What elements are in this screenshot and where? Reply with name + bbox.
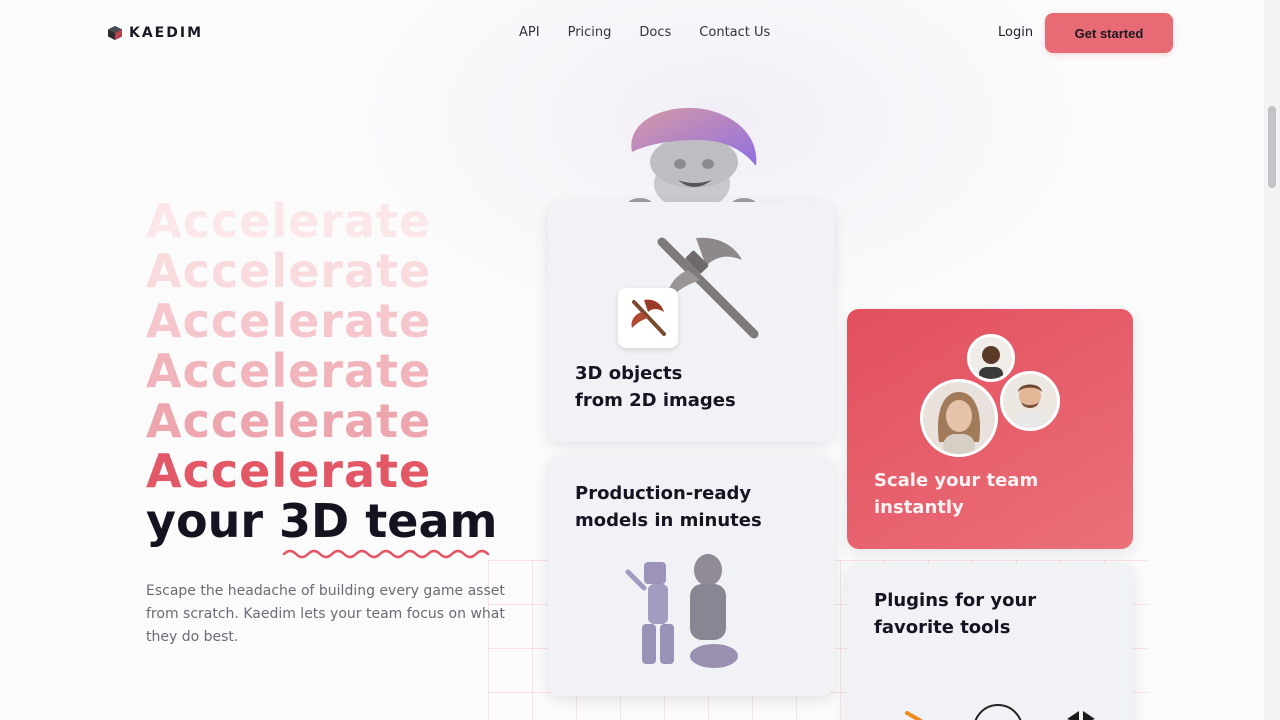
avatar-team-member-3 [1000, 371, 1060, 431]
headline-echo-4: Accelerate [146, 344, 432, 398]
card-3d-objects-title: 3D objects from 2D images [575, 360, 736, 414]
logo[interactable]: KAEDIM [107, 25, 203, 41]
page-scrollbar[interactable] [1264, 0, 1280, 720]
logo-cube-icon [108, 26, 122, 40]
avatar-team-member-1 [967, 334, 1015, 382]
hero-headline: Accelerate Accelerate Accelerate Acceler… [146, 196, 497, 546]
card-title-line: from 2D images [575, 390, 736, 411]
card-title-line: models in minutes [575, 510, 762, 531]
person-icon [937, 392, 981, 454]
headline-echo-5: Accelerate [146, 394, 432, 448]
logo-wordmark: KAEDIM [129, 25, 204, 41]
headline-highlight: 3D team [279, 494, 498, 548]
nav-api[interactable]: API [519, 25, 540, 40]
headline-prefix: your [146, 494, 264, 548]
card-scale-title: Scale your team instantly [874, 467, 1038, 521]
get-started-button[interactable]: Get started [1045, 13, 1173, 53]
hero-description: Escape the headache of building every ga… [146, 583, 505, 645]
axe-thumbnail-icon [631, 299, 666, 336]
avatar-team-member-2 [920, 379, 998, 457]
card-production-ready[interactable]: Production-ready models in minutes [548, 456, 834, 696]
nav-docs[interactable]: Docs [639, 25, 671, 40]
login-link[interactable]: Login [998, 25, 1033, 40]
card-title-line: Production-ready [575, 483, 752, 504]
character-models-icon [625, 554, 738, 668]
nav-contact-us[interactable]: Contact Us [699, 25, 770, 40]
card-title-line: 3D objects [575, 363, 683, 384]
person-icon [979, 346, 1003, 379]
scrollbar-thumb[interactable] [1268, 106, 1276, 188]
headline-echo-1: Accelerate [146, 194, 432, 248]
headline-team-line: your 3D team [146, 496, 497, 546]
person-icon [1015, 384, 1045, 428]
headline-echo-2: Accelerate [146, 244, 432, 298]
card-scale-team[interactable]: Scale your team instantly [847, 309, 1133, 549]
squiggle-underline-icon [282, 549, 490, 559]
main-nav: API Pricing Docs Contact Us [519, 25, 770, 40]
card-title-line: favorite tools [874, 617, 1011, 638]
card-3d-objects[interactable]: 3D objects from 2D images [548, 202, 834, 442]
card-title-line: instantly [874, 497, 964, 518]
card-plugins-title: Plugins for your favorite tools [874, 587, 1036, 641]
card-title-line: Scale your team [874, 470, 1039, 491]
card-production-title: Production-ready models in minutes [575, 480, 762, 534]
mascot-character-icon [628, 107, 757, 210]
headline-accelerate: Accelerate [146, 444, 432, 498]
headline-echo-3: Accelerate [146, 294, 432, 348]
nav-pricing[interactable]: Pricing [568, 25, 612, 40]
site-header: KAEDIM API Pricing Docs Contact Us Login… [0, 0, 1264, 66]
axe-reference-thumbnail [618, 288, 678, 348]
card-title-line: Plugins for your [874, 590, 1037, 611]
plugin-logos-icon [905, 704, 1095, 720]
card-plugins[interactable]: Plugins for your favorite tools [847, 563, 1133, 720]
